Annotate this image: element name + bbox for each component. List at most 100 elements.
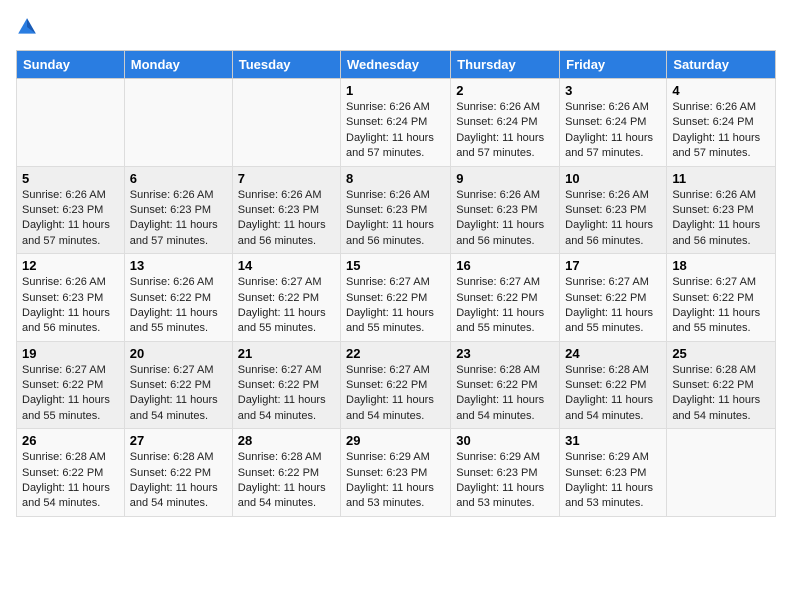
page-header <box>16 16 776 38</box>
calendar-cell: 7Sunrise: 6:26 AM Sunset: 6:23 PM Daylig… <box>232 166 340 254</box>
weekday-header-sunday: Sunday <box>17 51 125 79</box>
day-number: 23 <box>456 346 554 361</box>
calendar-week-row: 5 Sunrise: 6:26 AM Sunset: 6:23 PM Daylig… <box>17 166 776 254</box>
calendar-cell <box>667 429 776 517</box>
day-info: Sunrise: 6:26 AM Sunset: 6:23 PM Dayligh… <box>565 188 661 250</box>
calendar-week-row: 26 Sunrise: 6:28 AM Sunset: 6:22 PM Dayli… <box>17 429 776 517</box>
day-info: Sunrise: 6:26 AM Sunset: 6:24 PM Dayligh… <box>565 100 661 162</box>
calendar-cell: 3 Sunrise: 6:26 AM Sunset: 6:24 PM Daylig… <box>560 79 667 167</box>
day-number: 15 <box>346 258 445 273</box>
day-info: Sunrise: 6:26 AM Sunset: 6:24 PM Dayligh… <box>346 100 445 162</box>
calendar-cell: 22 Sunrise: 6:27 AM Sunset: 6:22 PM Dayli… <box>341 341 451 429</box>
day-number: 2 <box>456 83 554 98</box>
day-number: 22 <box>346 346 445 361</box>
day-info: Sunrise: 6:27 AM Sunset: 6:22 PM Dayligh… <box>238 275 335 337</box>
day-number: 19 <box>22 346 119 361</box>
calendar-cell: 30 Sunrise: 6:29 AM Sunset: 6:23 PM Dayli… <box>451 429 560 517</box>
calendar-cell: 6Sunrise: 6:26 AM Sunset: 6:23 PM Daylig… <box>124 166 232 254</box>
day-number: 16 <box>456 258 554 273</box>
day-number: 27 <box>130 433 227 448</box>
calendar-cell: 25Sunrise: 6:28 AM Sunset: 6:22 PM Dayli… <box>667 341 776 429</box>
day-number: 4 <box>672 83 770 98</box>
day-info: Sunrise: 6:27 AM Sunset: 6:22 PM Dayligh… <box>346 275 445 337</box>
weekday-header-monday: Monday <box>124 51 232 79</box>
calendar-cell: 29 Sunrise: 6:29 AM Sunset: 6:23 PM Dayli… <box>341 429 451 517</box>
day-number: 28 <box>238 433 335 448</box>
day-info: Sunrise: 6:28 AM Sunset: 6:22 PM Dayligh… <box>22 450 119 512</box>
calendar-week-row: 1 Sunrise: 6:26 AM Sunset: 6:24 PM Daylig… <box>17 79 776 167</box>
logo <box>16 16 42 38</box>
calendar-cell: 24Sunrise: 6:28 AM Sunset: 6:22 PM Dayli… <box>560 341 667 429</box>
day-number: 26 <box>22 433 119 448</box>
calendar-cell: 4Sunrise: 6:26 AM Sunset: 6:24 PM Daylig… <box>667 79 776 167</box>
day-number: 25 <box>672 346 770 361</box>
calendar-cell: 31Sunrise: 6:29 AM Sunset: 6:23 PM Dayli… <box>560 429 667 517</box>
calendar-cell: 11 Sunrise: 6:26 AM Sunset: 6:23 PM Dayli… <box>667 166 776 254</box>
day-number: 20 <box>130 346 227 361</box>
day-info: Sunrise: 6:27 AM Sunset: 6:22 PM Dayligh… <box>456 275 554 337</box>
weekday-header-thursday: Thursday <box>451 51 560 79</box>
day-number: 21 <box>238 346 335 361</box>
calendar-cell: 8 Sunrise: 6:26 AM Sunset: 6:23 PM Daylig… <box>341 166 451 254</box>
calendar-cell: 15 Sunrise: 6:27 AM Sunset: 6:22 PM Dayli… <box>341 254 451 342</box>
day-number: 1 <box>346 83 445 98</box>
day-number: 24 <box>565 346 661 361</box>
day-info: Sunrise: 6:26 AM Sunset: 6:23 PM Dayligh… <box>672 188 770 250</box>
calendar-week-row: 19 Sunrise: 6:27 AM Sunset: 6:22 PM Dayli… <box>17 341 776 429</box>
day-number: 18 <box>672 258 770 273</box>
day-info: Sunrise: 6:26 AM Sunset: 6:23 PM Dayligh… <box>456 188 554 250</box>
calendar-cell: 18 Sunrise: 6:27 AM Sunset: 6:22 PM Dayli… <box>667 254 776 342</box>
day-info: Sunrise: 6:26 AM Sunset: 6:23 PM Dayligh… <box>22 188 119 250</box>
logo-icon <box>16 16 38 38</box>
day-info: Sunrise: 6:29 AM Sunset: 6:23 PM Dayligh… <box>456 450 554 512</box>
day-number: 8 <box>346 171 445 186</box>
calendar-cell: 2 Sunrise: 6:26 AM Sunset: 6:24 PM Daylig… <box>451 79 560 167</box>
day-number: 7 <box>238 171 335 186</box>
calendar-table: SundayMondayTuesdayWednesdayThursdayFrid… <box>16 50 776 517</box>
day-number: 11 <box>672 171 770 186</box>
calendar-cell: 14Sunrise: 6:27 AM Sunset: 6:22 PM Dayli… <box>232 254 340 342</box>
calendar-cell: 23Sunrise: 6:28 AM Sunset: 6:22 PM Dayli… <box>451 341 560 429</box>
day-number: 3 <box>565 83 661 98</box>
calendar-cell <box>124 79 232 167</box>
weekday-header-saturday: Saturday <box>667 51 776 79</box>
calendar-cell: 12Sunrise: 6:26 AM Sunset: 6:23 PM Dayli… <box>17 254 125 342</box>
day-number: 13 <box>130 258 227 273</box>
calendar-cell: 20 Sunrise: 6:27 AM Sunset: 6:22 PM Dayli… <box>124 341 232 429</box>
day-info: Sunrise: 6:26 AM Sunset: 6:22 PM Dayligh… <box>130 275 227 337</box>
day-number: 29 <box>346 433 445 448</box>
day-number: 10 <box>565 171 661 186</box>
day-info: Sunrise: 6:27 AM Sunset: 6:22 PM Dayligh… <box>565 275 661 337</box>
day-info: Sunrise: 6:26 AM Sunset: 6:23 PM Dayligh… <box>130 188 227 250</box>
calendar-cell: 21 Sunrise: 6:27 AM Sunset: 6:22 PM Dayli… <box>232 341 340 429</box>
calendar-cell <box>232 79 340 167</box>
calendar-week-row: 12Sunrise: 6:26 AM Sunset: 6:23 PM Dayli… <box>17 254 776 342</box>
calendar-cell: 5 Sunrise: 6:26 AM Sunset: 6:23 PM Daylig… <box>17 166 125 254</box>
weekday-header-row: SundayMondayTuesdayWednesdayThursdayFrid… <box>17 51 776 79</box>
weekday-header-friday: Friday <box>560 51 667 79</box>
calendar-cell: 28 Sunrise: 6:28 AM Sunset: 6:22 PM Dayli… <box>232 429 340 517</box>
day-info: Sunrise: 6:26 AM Sunset: 6:24 PM Dayligh… <box>456 100 554 162</box>
calendar-cell: 1 Sunrise: 6:26 AM Sunset: 6:24 PM Daylig… <box>341 79 451 167</box>
day-info: Sunrise: 6:27 AM Sunset: 6:22 PM Dayligh… <box>346 363 445 425</box>
day-number: 12 <box>22 258 119 273</box>
day-info: Sunrise: 6:29 AM Sunset: 6:23 PM Dayligh… <box>346 450 445 512</box>
calendar-cell <box>17 79 125 167</box>
day-number: 5 <box>22 171 119 186</box>
day-info: Sunrise: 6:27 AM Sunset: 6:22 PM Dayligh… <box>22 363 119 425</box>
day-info: Sunrise: 6:27 AM Sunset: 6:22 PM Dayligh… <box>672 275 770 337</box>
calendar-cell: 16 Sunrise: 6:27 AM Sunset: 6:22 PM Dayli… <box>451 254 560 342</box>
day-number: 30 <box>456 433 554 448</box>
calendar-cell: 26 Sunrise: 6:28 AM Sunset: 6:22 PM Dayli… <box>17 429 125 517</box>
calendar-cell: 19 Sunrise: 6:27 AM Sunset: 6:22 PM Dayli… <box>17 341 125 429</box>
day-info: Sunrise: 6:28 AM Sunset: 6:22 PM Dayligh… <box>238 450 335 512</box>
calendar-cell: 13 Sunrise: 6:26 AM Sunset: 6:22 PM Dayli… <box>124 254 232 342</box>
day-info: Sunrise: 6:27 AM Sunset: 6:22 PM Dayligh… <box>238 363 335 425</box>
calendar-cell: 10 Sunrise: 6:26 AM Sunset: 6:23 PM Dayli… <box>560 166 667 254</box>
day-number: 31 <box>565 433 661 448</box>
weekday-header-wednesday: Wednesday <box>341 51 451 79</box>
day-info: Sunrise: 6:26 AM Sunset: 6:23 PM Dayligh… <box>346 188 445 250</box>
day-info: Sunrise: 6:27 AM Sunset: 6:22 PM Dayligh… <box>130 363 227 425</box>
day-number: 9 <box>456 171 554 186</box>
calendar-cell: 9 Sunrise: 6:26 AM Sunset: 6:23 PM Daylig… <box>451 166 560 254</box>
